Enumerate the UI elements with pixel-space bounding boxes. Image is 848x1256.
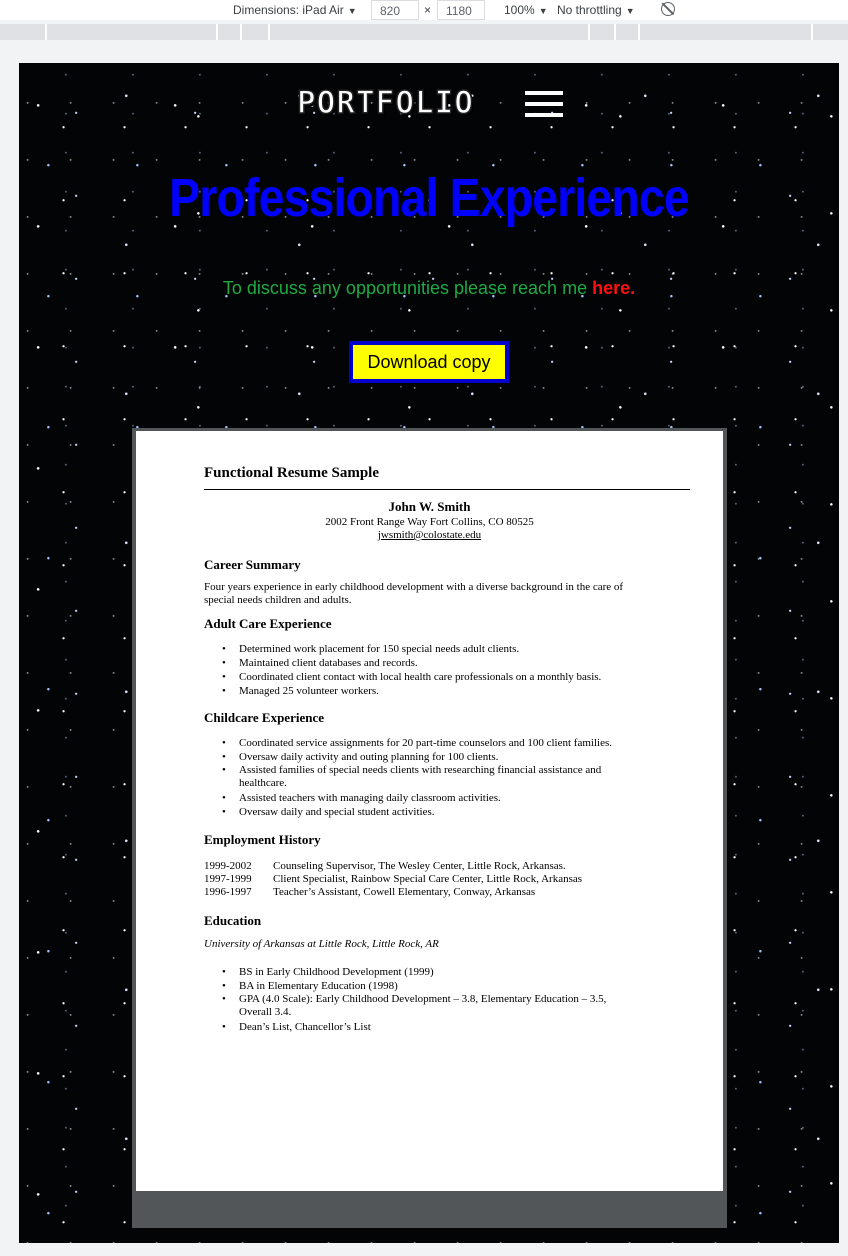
education-school: University of Arkansas at Little Rock, L…	[204, 938, 439, 950]
employment-years: 1999-2002	[204, 860, 252, 872]
list-item: Oversaw daily activity and outing planni…	[222, 750, 629, 764]
rotate-disabled-icon[interactable]	[661, 2, 675, 16]
zoom-label: 100%	[504, 3, 535, 17]
height-input[interactable]: 1180	[437, 0, 485, 20]
list-item: Oversaw daily and special student activi…	[222, 805, 629, 819]
heading-rule	[204, 489, 690, 490]
width-input[interactable]: 820	[371, 0, 419, 20]
career-summary-line: Four years experience in early childhood…	[204, 581, 624, 593]
employment-role: Teacher’s Assistant, Cowell Elementary, …	[273, 886, 536, 898]
resume-name: John W. Smith	[388, 499, 471, 514]
resume-email-link[interactable]: jwsmith@colostate.edu	[136, 529, 723, 541]
throttle-label: No throttling	[557, 3, 622, 17]
zoom-dropdown[interactable]: 100% ▼	[504, 3, 548, 17]
dimensions-dropdown[interactable]: Dimensions: iPad Air ▼	[233, 3, 357, 17]
chevron-down-icon: ▼	[625, 6, 635, 16]
list-item: BS in Early Childhood Development (1999)	[222, 965, 639, 979]
chevron-down-icon: ▼	[347, 6, 357, 16]
contact-line: To discuss any opportunities please reac…	[19, 278, 839, 299]
ruler-segment[interactable]	[640, 24, 813, 40]
download-copy-button[interactable]: Download copy	[349, 341, 509, 383]
list-item: GPA (4.0 Scale): Early Childhood Develop…	[222, 993, 639, 1019]
resume-page: Functional Resume Sample John W. Smith 2…	[136, 431, 723, 1191]
portfolio-logo[interactable]: PORTFOLIO	[296, 84, 474, 122]
device-toolbar: Dimensions: iPad Air ▼ 820 × 1180 100% ▼ N…	[0, 0, 848, 20]
page-viewport: PORTFOLIO Professional Experience To dis…	[19, 63, 839, 1243]
throttle-dropdown[interactable]: No throttling ▼	[557, 3, 635, 17]
list-item: Coordinated client contact with local he…	[222, 670, 659, 684]
list-item: Determined work placement for 150 specia…	[222, 642, 659, 656]
employment-row: 1996-1997 Teacher’s Assistant, Cowell Ele…	[204, 886, 582, 899]
media-query-ruler[interactable]	[0, 24, 848, 40]
ruler-segment[interactable]	[590, 24, 616, 40]
resume-heading: Functional Resume Sample	[204, 465, 380, 481]
dimensions-label: Dimensions: iPad Air	[233, 3, 344, 17]
employment-row: 1999-2002 Counseling Supervisor, The Wesl…	[204, 860, 582, 873]
list-item: Assisted teachers with managing daily cl…	[222, 791, 629, 805]
resume-address: 2002 Front Range Way Fort Collins, CO 80…	[325, 516, 534, 528]
list-item: Dean’s List, Chancellor’s List	[222, 1020, 639, 1034]
list-item: Coordinated service assignments for 20 p…	[222, 736, 629, 750]
ruler-segment[interactable]	[242, 24, 270, 40]
employment-years: 1997-1999	[204, 873, 252, 885]
employment-list: 1999-2002 Counseling Supervisor, The Wesl…	[204, 860, 582, 899]
adult-care-list: Determined work placement for 150 specia…	[222, 642, 659, 698]
list-item: BA in Elementary Education (1998)	[222, 979, 639, 993]
employment-role: Client Specialist, Rainbow Special Care …	[273, 873, 583, 885]
employment-years: 1996-1997	[204, 886, 252, 898]
adult-care-title: Adult Care Experience	[204, 616, 332, 631]
employment-title: Employment History	[204, 832, 321, 847]
employment-row: 1997-1999 Client Specialist, Rainbow Spec…	[204, 873, 582, 886]
ruler-segment[interactable]	[616, 24, 640, 40]
childcare-list: Coordinated service assignments for 20 p…	[222, 736, 629, 819]
list-item: Managed 25 volunteer workers.	[222, 684, 659, 698]
education-title: Education	[204, 913, 262, 928]
times-sign: ×	[424, 3, 432, 17]
page-title: Professional Experience	[169, 168, 690, 228]
ruler-segment[interactable]	[47, 24, 218, 40]
ruler-segment[interactable]	[218, 24, 242, 40]
chevron-down-icon: ▼	[538, 6, 548, 16]
employment-role: Counseling Supervisor, The Wesley Center…	[273, 860, 566, 872]
career-summary-line: special needs children and adults.	[204, 594, 352, 606]
career-summary-text: Four years experience in early childhood…	[204, 581, 664, 607]
contact-link[interactable]: here.	[592, 278, 635, 298]
list-item: Maintained client databases and records.	[222, 656, 659, 670]
navbar: PORTFOLIO	[19, 63, 839, 143]
ruler-segment[interactable]	[0, 24, 47, 40]
career-summary-title: Career Summary	[204, 557, 301, 572]
contact-text: To discuss any opportunities please reac…	[222, 278, 593, 298]
childcare-title: Childcare Experience	[204, 710, 324, 725]
list-item: Assisted families of special needs clien…	[222, 764, 629, 790]
education-list: BS in Early Childhood Development (1999)…	[222, 965, 639, 1034]
hamburger-menu-icon[interactable]	[525, 91, 563, 119]
resume-pdf-viewer[interactable]: Functional Resume Sample John W. Smith 2…	[132, 428, 727, 1228]
ruler-segment[interactable]	[270, 24, 590, 40]
